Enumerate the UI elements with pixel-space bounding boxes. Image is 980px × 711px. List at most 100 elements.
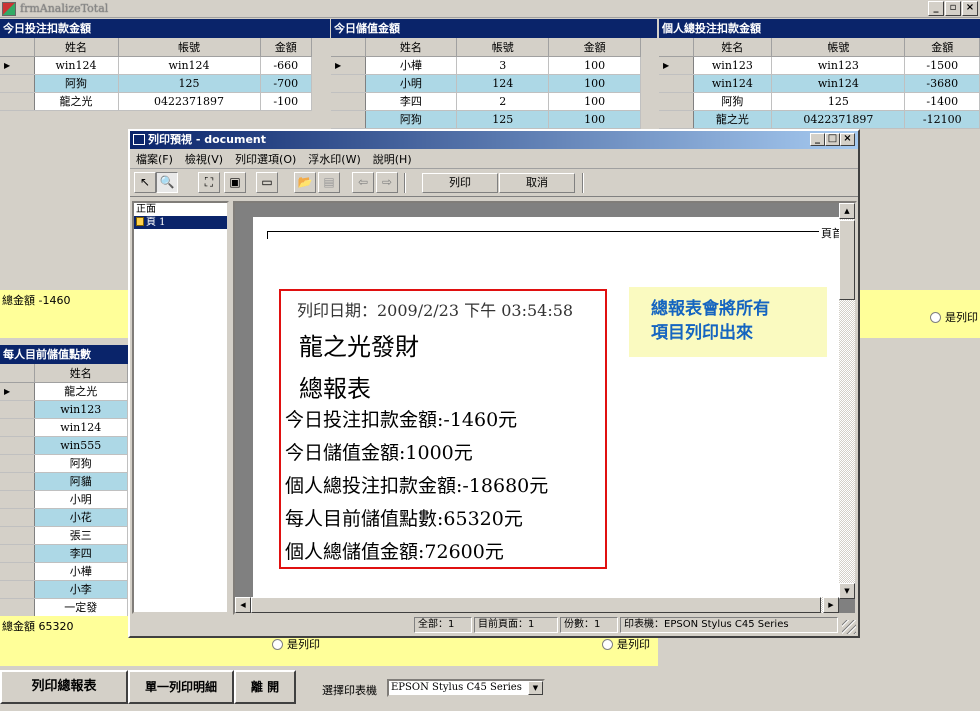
row-selector[interactable] xyxy=(0,598,35,617)
cell[interactable]: 100 xyxy=(548,110,641,129)
table-row[interactable]: 龍之光 0422371897 -100 xyxy=(0,92,313,111)
row-selector[interactable]: ▶ xyxy=(0,382,35,401)
table-row[interactable]: 小花 xyxy=(0,508,128,527)
table-row[interactable]: win123 xyxy=(0,400,128,419)
menu-help[interactable]: 說明(H) xyxy=(373,151,412,167)
cell[interactable]: win123 xyxy=(34,400,128,419)
cell[interactable]: 100 xyxy=(548,74,641,93)
zoom-icon[interactable]: 🔍 xyxy=(156,172,178,193)
hscroll-thumb[interactable] xyxy=(251,597,821,613)
row-selector[interactable] xyxy=(331,74,366,93)
cell[interactable]: 125 xyxy=(456,110,550,129)
leave-button[interactable]: 離 開 xyxy=(234,670,296,704)
tree-page-1[interactable]: 頁 1 xyxy=(134,216,227,229)
cell[interactable]: 龍之光 xyxy=(693,110,773,129)
row-selector[interactable] xyxy=(0,508,35,527)
table-row[interactable]: 小李 xyxy=(0,580,128,599)
cell[interactable]: 阿狗 xyxy=(34,74,119,93)
cell[interactable]: 125 xyxy=(118,74,261,93)
cell[interactable]: win124 xyxy=(34,418,128,437)
cell[interactable]: 龍之光 xyxy=(34,382,128,401)
col-header-amount[interactable]: 金額 xyxy=(260,38,313,57)
cell[interactable]: 張三 xyxy=(34,526,128,545)
cell[interactable]: win124 xyxy=(693,74,773,93)
row-selector[interactable] xyxy=(659,74,694,93)
row-selector[interactable] xyxy=(0,526,35,545)
table-row[interactable]: 李四 xyxy=(0,544,128,563)
fit-page-icon[interactable]: ⛶ xyxy=(198,172,220,193)
grid-daily-deposit[interactable]: 姓名 帳號 金額 ▶ 小樺 3 100 小明 124 100 李四 2 100 … xyxy=(331,38,641,129)
row-selector[interactable] xyxy=(331,92,366,111)
table-row[interactable]: 龍之光 0422371897 -12100 xyxy=(659,110,980,129)
col-header-name[interactable]: 姓名 xyxy=(693,38,773,57)
row-selector[interactable] xyxy=(0,436,35,455)
zoom-page-icon[interactable]: ▣ xyxy=(224,172,246,193)
vertical-scrollbar[interactable]: ▲ ▼ xyxy=(839,203,855,599)
cell[interactable]: -1500 xyxy=(904,56,980,75)
table-row[interactable]: 小樺 xyxy=(0,562,128,581)
scroll-down-icon[interactable]: ▼ xyxy=(839,583,855,599)
table-row[interactable]: 阿貓 xyxy=(0,472,128,491)
cell[interactable]: win555 xyxy=(34,436,128,455)
close-button[interactable]: × xyxy=(962,1,978,16)
row-selector[interactable] xyxy=(0,544,35,563)
cell[interactable]: -660 xyxy=(260,56,313,75)
table-row[interactable]: ▶ win123 win123 -1500 xyxy=(659,56,980,75)
cell[interactable]: -700 xyxy=(260,74,313,93)
col-header-amount[interactable]: 金額 xyxy=(548,38,641,57)
restore-button[interactable]: ▫ xyxy=(945,1,961,16)
horizontal-scrollbar[interactable]: ◀ ▶ xyxy=(235,597,839,613)
menu-file[interactable]: 檔案(F) xyxy=(136,151,173,167)
chevron-down-icon[interactable]: ▼ xyxy=(528,681,543,695)
save-icon[interactable]: ▤ xyxy=(318,172,340,193)
cell[interactable]: 3 xyxy=(456,56,550,75)
cell[interactable]: 小樺 xyxy=(365,56,458,75)
cell[interactable]: win124 xyxy=(771,74,906,93)
page-tree[interactable]: 正面 頁 1 xyxy=(132,201,229,614)
row-selector[interactable]: ▶ xyxy=(331,56,366,75)
cell[interactable]: 李四 xyxy=(34,544,128,563)
table-row[interactable]: 李四 2 100 xyxy=(331,92,641,111)
menu-watermark[interactable]: 浮水印(W) xyxy=(308,151,360,167)
cell[interactable]: 125 xyxy=(771,92,906,111)
cell[interactable]: 100 xyxy=(548,56,641,75)
dialog-maximize-button[interactable]: □ xyxy=(825,133,840,146)
cell[interactable]: 阿狗 xyxy=(693,92,773,111)
cell[interactable]: -100 xyxy=(260,92,313,111)
cell[interactable]: -3680 xyxy=(904,74,980,93)
col-header-account[interactable]: 帳號 xyxy=(118,38,261,57)
table-row[interactable]: win124 win124 -3680 xyxy=(659,74,980,93)
radio-print-2[interactable]: 是列印 xyxy=(602,636,650,652)
row-selector[interactable] xyxy=(659,110,694,129)
row-selector[interactable] xyxy=(0,454,35,473)
cell[interactable]: 阿狗 xyxy=(34,454,128,473)
print-summary-button[interactable]: 列印總報表 xyxy=(0,670,128,704)
row-selector[interactable] xyxy=(0,74,35,93)
cell[interactable]: 一定發 xyxy=(34,598,128,617)
cell[interactable]: 100 xyxy=(548,92,641,111)
cell[interactable]: win124 xyxy=(34,56,119,75)
cell[interactable]: 2 xyxy=(456,92,550,111)
grid-points[interactable]: 姓名 ▶ 龍之光 win123 win124 win555 阿狗 阿貓 小明 小花… xyxy=(0,364,128,617)
row-selector[interactable] xyxy=(0,562,35,581)
printer-select[interactable]: EPSON Stylus C45 Series ▼ xyxy=(387,679,545,697)
cell[interactable]: 小明 xyxy=(34,490,128,509)
scroll-thumb[interactable] xyxy=(839,220,855,300)
row-selector[interactable] xyxy=(0,400,35,419)
table-row[interactable]: 小明 xyxy=(0,490,128,509)
row-selector[interactable] xyxy=(0,472,35,491)
cell[interactable]: 阿狗 xyxy=(365,110,458,129)
open-file-icon[interactable]: 📂 xyxy=(294,172,316,193)
col-header-name[interactable]: 姓名 xyxy=(34,38,119,57)
cell[interactable]: -1400 xyxy=(904,92,980,111)
cell[interactable]: 0422371897 xyxy=(771,110,906,129)
next-page-icon[interactable]: ⇨ xyxy=(376,172,398,193)
cell[interactable]: 小明 xyxy=(365,74,458,93)
table-row[interactable]: 阿狗 125 100 xyxy=(331,110,641,129)
table-row[interactable]: ▶ 龍之光 xyxy=(0,382,128,401)
grid-daily-bet[interactable]: 姓名 帳號 金額 ▶ win124 win124 -660 阿狗 125 -70… xyxy=(0,38,313,111)
dialog-minimize-button[interactable]: _ xyxy=(810,133,825,146)
menu-view[interactable]: 檢視(V) xyxy=(185,151,223,167)
cell[interactable]: 龍之光 xyxy=(34,92,119,111)
cell[interactable]: -12100 xyxy=(904,110,980,129)
